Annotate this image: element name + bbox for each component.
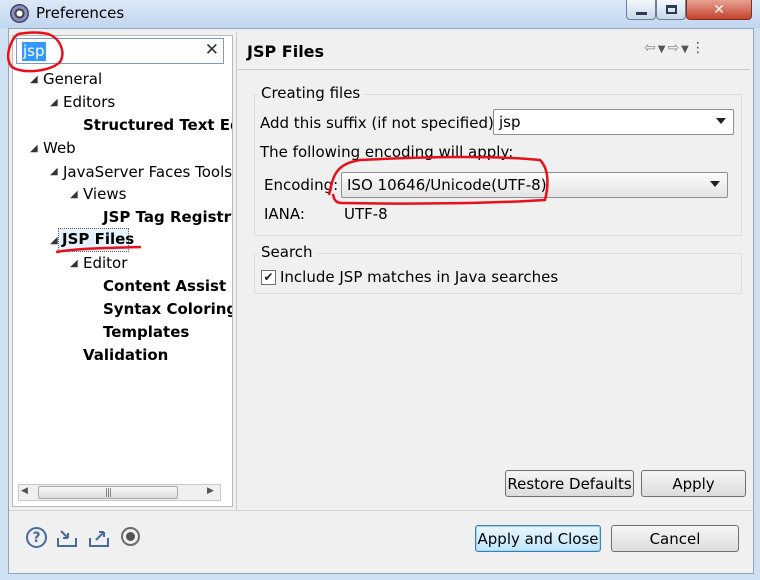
tree-item-views[interactable]: Views: [83, 185, 126, 203]
apply-button[interactable]: Apply: [641, 470, 746, 497]
tree-item-structured-text-editors[interactable]: Structured Text Ed: [83, 116, 232, 134]
import-icon[interactable]: [56, 527, 78, 549]
view-menu-icon[interactable]: ⋮: [691, 40, 707, 56]
collapse-arrow-icon[interactable]: ◢: [50, 166, 58, 177]
back-arrow-icon[interactable]: ⇦: [644, 40, 658, 56]
record-dot: [126, 532, 135, 541]
tree-item-jsp-tag-registry[interactable]: JSP Tag Registry: [103, 208, 232, 226]
tree-item-jsp-files[interactable]: JSP Files: [62, 230, 134, 248]
iana-label: IANA:: [264, 205, 305, 223]
creating-files-group-label: Creating files: [257, 84, 365, 102]
suffix-combo[interactable]: jsp: [493, 109, 734, 135]
tree-item-editor[interactable]: Editor: [83, 254, 127, 272]
forward-menu-icon[interactable]: ▼: [681, 44, 691, 55]
collapse-arrow-icon[interactable]: ◢: [50, 235, 58, 246]
minimize-button[interactable]: [626, 0, 656, 20]
scroll-left-icon[interactable]: ◀: [21, 486, 28, 496]
help-icon[interactable]: ?: [26, 527, 47, 548]
close-icon: ✕: [713, 1, 725, 18]
record-icon[interactable]: [121, 527, 140, 546]
scrollbar-thumb[interactable]: |||: [38, 486, 178, 499]
page-title: JSP Files: [247, 42, 325, 61]
encoding-combo[interactable]: ISO 10646/Unicode(UTF-8): [341, 172, 728, 198]
dropdown-arrow-icon: [710, 181, 720, 187]
dropdown-arrow-icon: [716, 118, 726, 124]
encoding-note: The following encoding will apply:: [260, 143, 514, 161]
history-navigation[interactable]: ⇦▼⇨▼⋮: [644, 40, 707, 56]
collapse-arrow-icon[interactable]: ◢: [30, 143, 38, 154]
import-icon-graphic: [57, 530, 77, 547]
filter-text-selection: jsp: [22, 42, 46, 61]
encoding-label: Encoding:: [264, 176, 339, 194]
collapse-arrow-icon[interactable]: ◢: [70, 189, 78, 200]
back-menu-icon[interactable]: ▼: [658, 44, 668, 55]
include-jsp-matches-checkbox[interactable]: ✔: [261, 270, 276, 285]
filter-box[interactable]: jsp ✕: [16, 38, 224, 64]
grip-icon: |||: [104, 487, 112, 498]
maximize-button[interactable]: [656, 0, 686, 20]
eclipse-icon: [10, 4, 29, 23]
scroll-right-icon[interactable]: ▶: [207, 486, 214, 496]
tree-viewport: Structured Text Ed JavaServer Faces Tool…: [14, 68, 232, 478]
tree-item-content-assist[interactable]: Content Assist: [103, 277, 226, 295]
include-jsp-matches-label[interactable]: Include JSP matches in Java searches: [280, 268, 558, 286]
cancel-button[interactable]: Cancel: [611, 525, 739, 552]
tree-item-templates[interactable]: Templates: [103, 323, 189, 341]
clear-filter-icon[interactable]: ✕: [205, 40, 219, 60]
suffix-combo-value: jsp: [499, 113, 521, 131]
maximize-icon: [665, 5, 677, 14]
minimize-icon: [635, 12, 647, 15]
search-group-label: Search: [257, 243, 317, 261]
encoding-combo-value: ISO 10646/Unicode(UTF-8): [347, 176, 547, 194]
apply-and-close-button[interactable]: Apply and Close: [475, 525, 601, 552]
tree-item-web[interactable]: Web: [43, 139, 76, 157]
pane-splitter[interactable]: [236, 32, 237, 510]
export-icon-graphic: [89, 531, 109, 547]
iana-value: UTF-8: [344, 205, 388, 223]
collapse-arrow-icon[interactable]: ◢: [70, 258, 78, 269]
export-icon[interactable]: [88, 527, 110, 549]
tree-item-javaserver-faces-tools[interactable]: JavaServer Faces Tools: [63, 163, 232, 181]
forward-arrow-icon[interactable]: ⇨: [667, 40, 681, 56]
window-title: Preferences: [36, 4, 125, 22]
restore-defaults-button[interactable]: Restore Defaults: [505, 470, 634, 497]
title-separator: [238, 69, 750, 70]
suffix-label: Add this suffix (if not specified):: [260, 114, 499, 132]
tree-item-validation[interactable]: Validation: [83, 346, 168, 364]
close-button[interactable]: ✕: [686, 0, 752, 20]
checkmark-icon: ✔: [263, 270, 274, 284]
tree-item-syntax-coloring[interactable]: Syntax Coloring: [103, 300, 232, 318]
footer-separator: [9, 510, 753, 511]
